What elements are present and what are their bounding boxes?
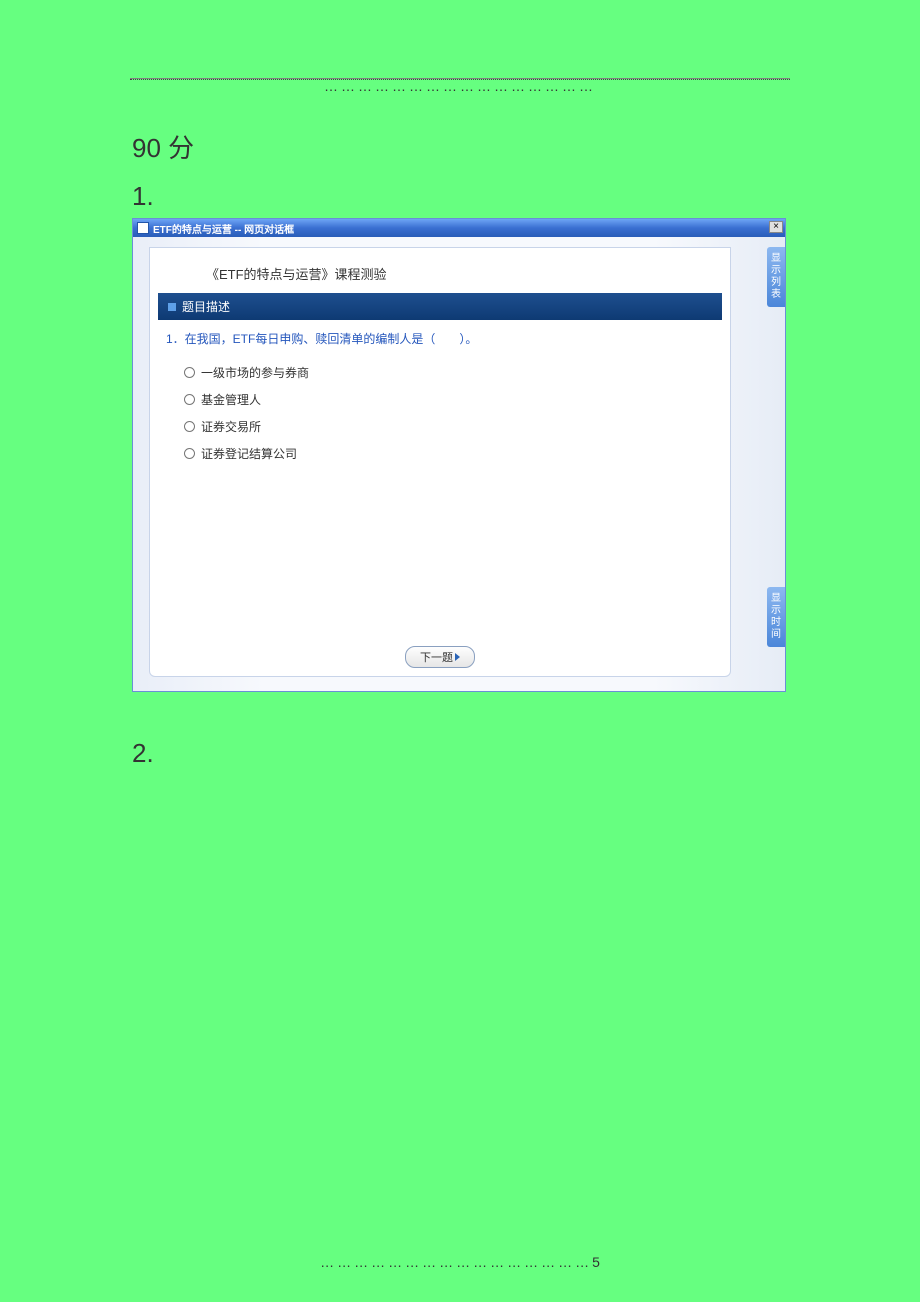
show-list-tab[interactable]: 显示列表 bbox=[767, 247, 785, 307]
footer-dots: ………………………………………… bbox=[320, 1254, 592, 1270]
next-button-label: 下一题 bbox=[420, 649, 453, 665]
show-time-tab[interactable]: 显示时间 bbox=[767, 587, 785, 647]
dialog-title-text: ETF的特点与运营 -- 网页对话框 bbox=[153, 221, 294, 236]
page-number: 5 bbox=[592, 1254, 600, 1270]
show-list-tab-label: 显示列表 bbox=[770, 253, 782, 301]
paper-title: 《ETF的特点与运营》课程测验 bbox=[150, 248, 730, 293]
chevron-right-icon bbox=[455, 653, 460, 661]
window-icon bbox=[137, 222, 149, 234]
option-0-label: 一级市场的参与券商 bbox=[201, 364, 309, 381]
option-0[interactable]: 一级市场的参与券商 bbox=[184, 359, 696, 386]
option-3-label: 证券登记结算公司 bbox=[201, 445, 297, 462]
next-button[interactable]: 下一题 bbox=[405, 646, 475, 668]
close-icon[interactable]: × bbox=[769, 221, 783, 233]
option-2[interactable]: 证券交易所 bbox=[184, 413, 696, 440]
option-2-radio[interactable] bbox=[184, 421, 195, 432]
top-dots: ………………………………………… bbox=[0, 78, 920, 94]
option-1-radio[interactable] bbox=[184, 394, 195, 405]
section-label: 题目描述 bbox=[182, 298, 230, 315]
options-list: 一级市场的参与券商 基金管理人 证券交易所 证券登记结算公司 bbox=[150, 357, 730, 469]
dialog-titlebar: ETF的特点与运营 -- 网页对话框 × bbox=[133, 219, 785, 237]
dialog-body: 《ETF的特点与运营》课程测验 题目描述 1．在我国，ETF每日申购、赎回清单的… bbox=[133, 237, 785, 691]
option-0-radio[interactable] bbox=[184, 367, 195, 378]
question-text: 1．在我国，ETF每日申购、赎回清单的编制人是（ ）。 bbox=[150, 320, 730, 357]
option-3[interactable]: 证券登记结算公司 bbox=[184, 440, 696, 467]
nav-area: 下一题 bbox=[150, 646, 730, 668]
question-2-label: 2. bbox=[132, 738, 920, 769]
option-1[interactable]: 基金管理人 bbox=[184, 386, 696, 413]
quiz-paper: 《ETF的特点与运营》课程测验 题目描述 1．在我国，ETF每日申购、赎回清单的… bbox=[149, 247, 731, 677]
option-3-radio[interactable] bbox=[184, 448, 195, 459]
quiz-dialog: ETF的特点与运营 -- 网页对话框 × 《ETF的特点与运营》课程测验 题目描… bbox=[132, 218, 786, 692]
question-1-label: 1. bbox=[132, 181, 920, 212]
score-text: 90 分 bbox=[132, 128, 920, 165]
diamond-icon bbox=[168, 303, 176, 311]
option-1-label: 基金管理人 bbox=[201, 391, 261, 408]
top-rule bbox=[130, 78, 790, 80]
show-time-tab-label: 显示时间 bbox=[770, 593, 782, 641]
option-2-label: 证券交易所 bbox=[201, 418, 261, 435]
section-bar: 题目描述 bbox=[158, 293, 722, 320]
footer: …………………………………………5 bbox=[0, 1254, 920, 1272]
